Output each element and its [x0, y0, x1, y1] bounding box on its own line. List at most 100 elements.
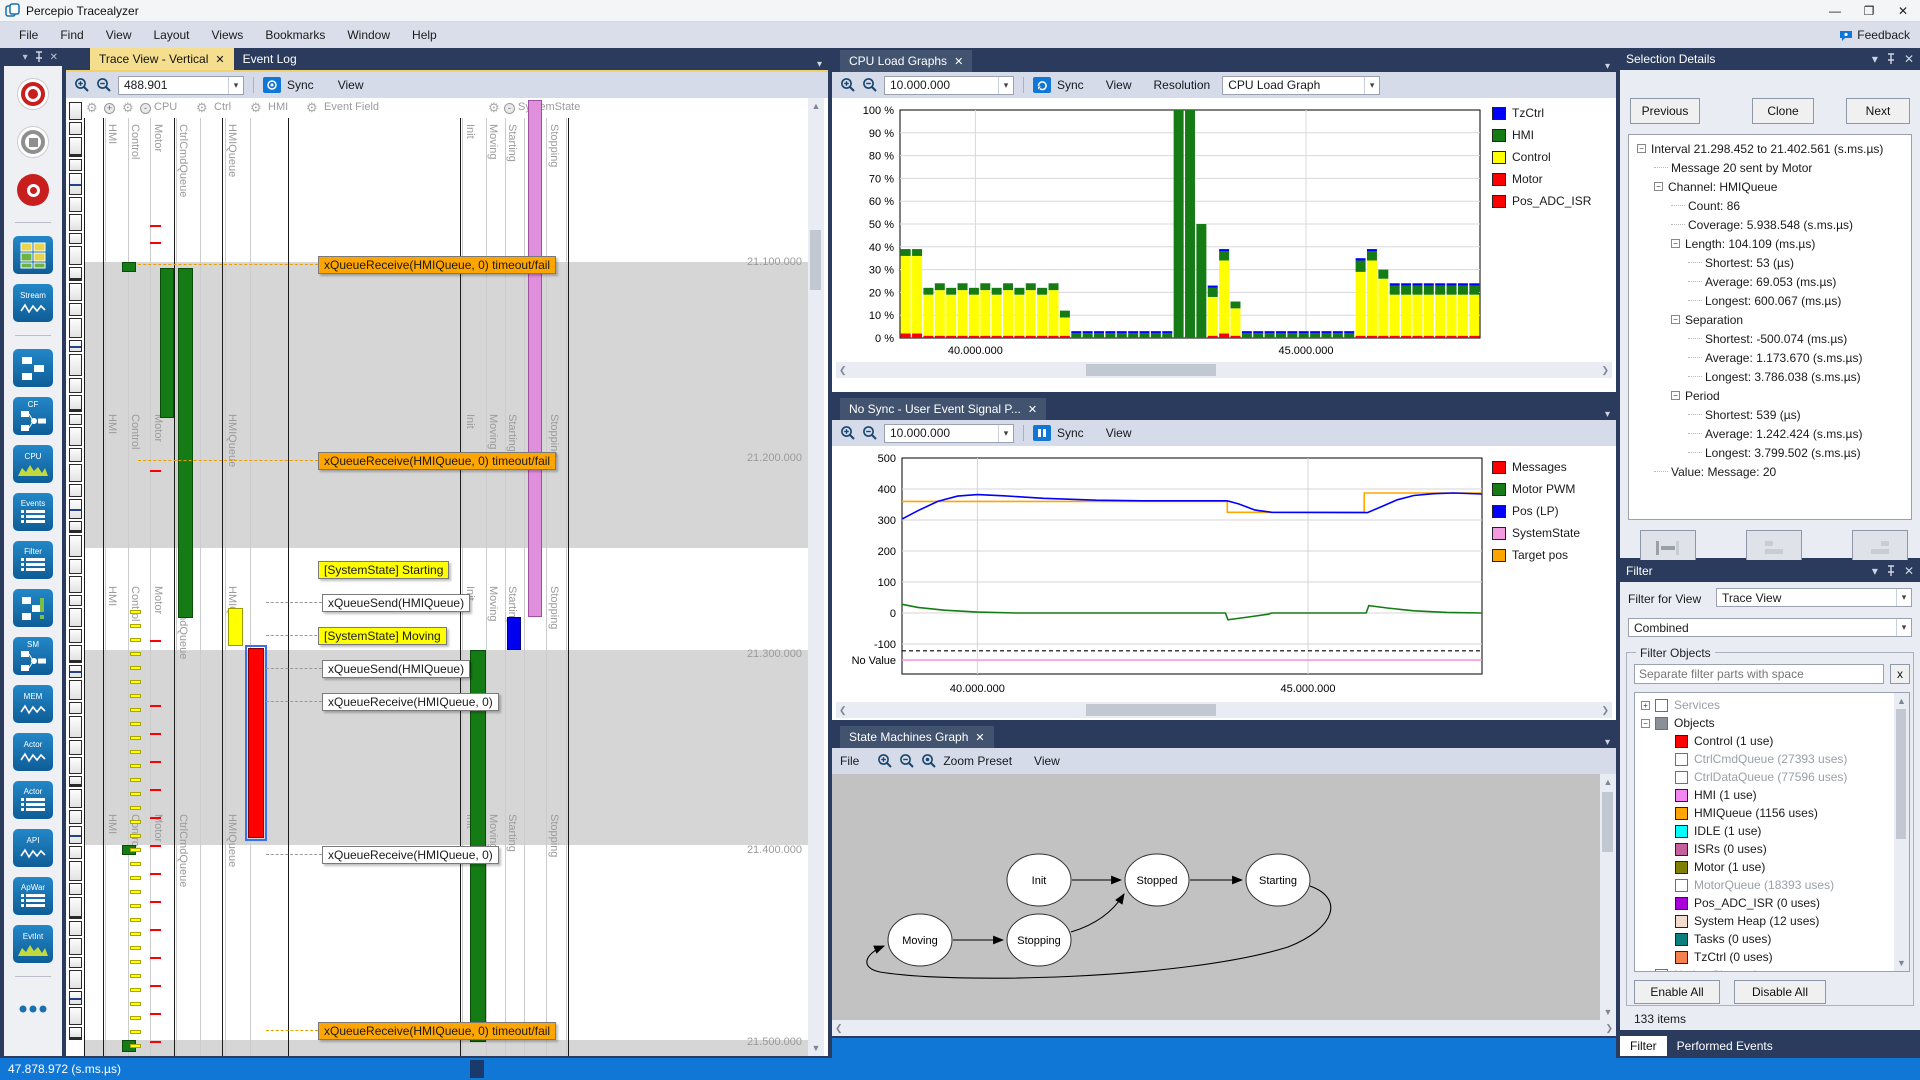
actor-list-button[interactable]: Actor [12, 780, 54, 820]
menu-views[interactable]: Views [201, 24, 255, 46]
filter-checkbox[interactable] [1675, 896, 1688, 910]
selection-tree-row[interactable]: − Interval 21.298.452 to 21.402.561 (s.ms… [1631, 139, 1911, 158]
filter-checkbox[interactable] [1675, 788, 1688, 802]
trace-event-bar[interactable] [228, 608, 243, 646]
panel-close-icon[interactable]: ✕ [1904, 564, 1914, 578]
column-gear-icon[interactable]: ⚙ [196, 100, 208, 116]
scroll-right-icon[interactable]: ❯ [1605, 1023, 1613, 1034]
event-label[interactable]: xQueueReceive(HMIQueue, 0) timeout/fail [318, 256, 557, 274]
filter-checkbox[interactable] [1675, 914, 1688, 928]
sync-icon[interactable] [263, 77, 281, 93]
trace-event-bar[interactable] [507, 617, 521, 650]
filter-mode-combo[interactable]: Combined ▾ [1628, 618, 1912, 637]
filter-objects-tree[interactable]: + Services − Objects Control (1 use) CtrlCmdQ… [1634, 692, 1910, 972]
filter-search-input[interactable] [1634, 664, 1884, 684]
close-button[interactable]: ✕ [1886, 0, 1920, 21]
menu-help[interactable]: Help [401, 24, 448, 46]
filter-view-combo[interactable]: Trace View ▾ [1716, 588, 1912, 607]
column-gear-icon[interactable]: ⚙ [122, 100, 134, 116]
zoom-out-icon[interactable] [96, 77, 112, 93]
state-machines-button[interactable]: SM [12, 636, 54, 676]
event-log-button[interactable]: Events [12, 492, 54, 532]
filter-checkbox[interactable] [1675, 752, 1688, 766]
tab-close-icon[interactable]: ✕ [1028, 403, 1037, 416]
filter-tree-row[interactable]: Pos_ADC_ISR (0 uses) [1639, 894, 1909, 912]
collapse-columns-icon[interactable]: - [140, 103, 151, 114]
sync-button[interactable]: Sync [287, 78, 314, 92]
state-node-stopping[interactable]: Stopping [1006, 913, 1072, 967]
filter-tree-row[interactable]: MotorQueue (18393 uses) [1639, 876, 1909, 894]
expand-columns-icon[interactable]: + [104, 103, 115, 114]
zoom-in-icon[interactable] [840, 77, 856, 93]
filter-checkbox[interactable] [1675, 824, 1688, 838]
sidebar-menu-arrow-icon[interactable]: ▾ [23, 52, 28, 63]
tab-cpu-load-graphs[interactable]: CPU Load Graphs ✕ [840, 50, 973, 72]
event-label[interactable]: xQueueSend(HMIQueue) [322, 660, 471, 678]
filter-checkbox[interactable] [1675, 950, 1688, 964]
zoom-out-icon[interactable] [862, 77, 878, 93]
signal-zoom-combo[interactable]: 10.000.000 ▾ [884, 423, 1014, 443]
scroll-left-icon[interactable]: ❮ [839, 365, 847, 376]
event-label[interactable]: xQueueReceive(HMIQueue, 0) timeout/fail [318, 1022, 557, 1040]
chevron-down-icon[interactable]: ▾ [1364, 76, 1379, 94]
column-gear-icon[interactable]: ⚙ [86, 100, 98, 116]
chevron-down-icon[interactable]: ▾ [998, 424, 1013, 442]
zoom-preset-icon[interactable] [921, 753, 937, 769]
sync-button[interactable]: Sync [1057, 426, 1084, 440]
filter-checkbox[interactable] [1675, 932, 1688, 946]
filter-checkbox[interactable] [1675, 734, 1688, 748]
selection-tree-row[interactable]: Shortest: 53 (µs) [1631, 253, 1911, 272]
tab-user-event-signal-plot[interactable]: No Sync - User Event Signal P... ✕ [840, 398, 1047, 420]
filter-tree-row[interactable]: ISRs (0 uses) [1639, 840, 1909, 858]
next-button[interactable]: Next [1846, 98, 1910, 124]
menu-find[interactable]: Find [49, 24, 94, 46]
graph-type-combo[interactable]: CPU Load Graph ▾ [1222, 75, 1381, 95]
tab-list-chevron-icon[interactable]: ▾ [817, 59, 828, 70]
scroll-left-icon[interactable]: ❮ [835, 1023, 843, 1034]
selection-tree-row[interactable]: Average: 1.173.670 (s.ms.µs) [1631, 348, 1911, 367]
selection-tree-row[interactable]: − Length: 104.109 (ms.µs) [1631, 234, 1911, 253]
previous-button[interactable]: Previous [1630, 98, 1700, 124]
filter-tree-row[interactable]: CtrlCmdQueue (27393 uses) [1639, 750, 1909, 768]
scroll-up-icon[interactable]: ▲ [1604, 777, 1613, 787]
views-grid-button[interactable] [12, 235, 54, 275]
clear-filter-button[interactable]: x [1890, 664, 1910, 684]
feedback-button[interactable]: Feedback [1839, 28, 1910, 42]
filter-tree-row[interactable]: IDLE (1 use) [1639, 822, 1909, 840]
filter-tree-row[interactable]: HMI (1 use) [1639, 786, 1909, 804]
filter-view-button[interactable]: Filter [12, 540, 54, 580]
filter-checkbox[interactable] [1675, 860, 1688, 874]
filter-tree-row[interactable]: Control (1 use) [1639, 732, 1909, 750]
selection-tree-row[interactable]: Longest: 3.799.502 (s.ms.µs) [1631, 443, 1911, 462]
maximize-button[interactable]: ❐ [1852, 0, 1886, 21]
tab-trace-view-vertical[interactable]: Trace View - Vertical ✕ [90, 48, 234, 70]
filter-tree-row[interactable]: CtrlDataQueue (77596 uses) [1639, 768, 1909, 786]
tab-list-chevron-icon[interactable]: ▾ [1605, 409, 1616, 420]
tab-list-chevron-icon[interactable]: ▾ [1605, 737, 1616, 748]
zoom-in-icon[interactable] [840, 425, 856, 441]
menu-layout[interactable]: Layout [142, 24, 200, 46]
filter-checkbox[interactable] [1675, 806, 1688, 820]
selection-tree-row[interactable]: − Period [1631, 386, 1911, 405]
event-label[interactable]: [SystemState] Moving [318, 627, 447, 645]
selection-details-tree[interactable]: − Interval 21.298.452 to 21.402.561 (s.ms… [1628, 134, 1912, 520]
filter-checkbox[interactable] [1675, 770, 1688, 784]
event-intensity-button[interactable]: EvtInt [12, 924, 54, 964]
selection-tree-row[interactable]: − Separation [1631, 310, 1911, 329]
minimize-button[interactable]: — [1818, 0, 1852, 21]
zoom-out-icon[interactable] [862, 425, 878, 441]
panel-menu-arrow-icon[interactable]: ▾ [1872, 564, 1878, 578]
state-vscrollbar[interactable]: ▲ ▼ [1600, 774, 1616, 1020]
tab-state-machines-graph[interactable]: State Machines Graph ✕ [840, 726, 994, 748]
scroll-left-icon[interactable]: ❮ [839, 705, 847, 716]
trace-event-bar[interactable] [245, 645, 267, 841]
filter-checkbox[interactable] [1655, 698, 1668, 712]
column-gear-icon[interactable]: ⚙ [488, 100, 500, 116]
state-machine-graph[interactable]: Init Stopped Starting Moving Stopping [832, 774, 1600, 1020]
bottom-tab-filter[interactable]: Filter [1620, 1036, 1667, 1056]
zoom-in-icon[interactable] [877, 753, 893, 769]
zoom-in-icon[interactable] [74, 77, 90, 93]
filter-tree-row[interactable]: Tasks (0 uses) [1639, 930, 1909, 948]
pin-icon[interactable] [1886, 53, 1896, 65]
chevron-down-icon[interactable]: ▾ [1896, 589, 1911, 606]
